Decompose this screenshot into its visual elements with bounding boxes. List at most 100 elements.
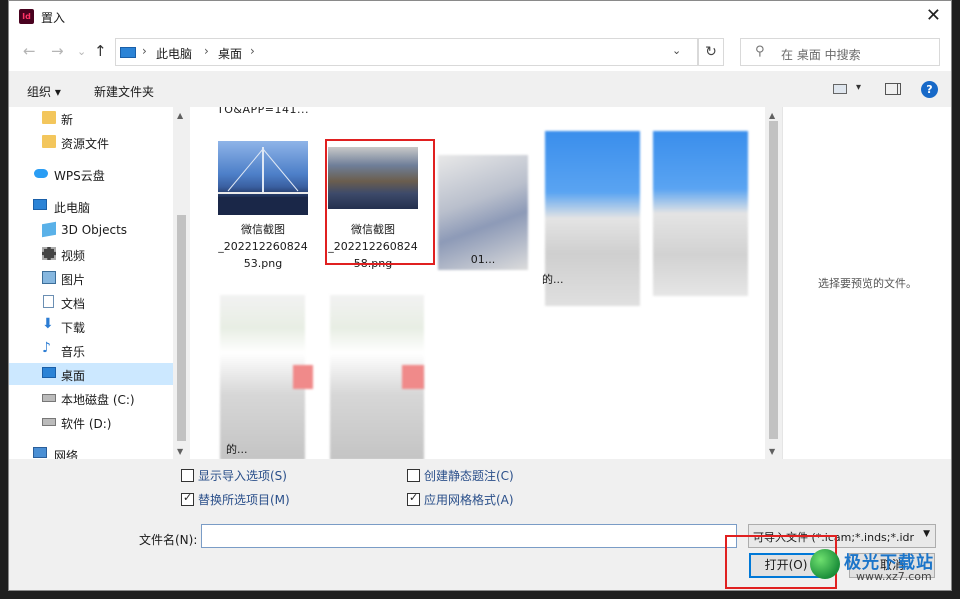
blurred-thumbnail — [293, 365, 313, 389]
annotation-highlight-box — [325, 139, 435, 265]
up-arrow-icon[interactable]: ↑ — [94, 42, 107, 60]
blurred-thumbnail — [402, 365, 424, 389]
navigation-bar: ← → ⌄ ↑ › 此电脑 › 桌面 › ⌄ ↻ ⚲ 在 桌面 中搜索 — [9, 33, 951, 71]
watermark-logo: 极光下载站 www.xz7.com — [810, 546, 952, 586]
forward-arrow-icon[interactable]: → — [51, 42, 64, 60]
sidebar-item-label: WPS云盘 — [54, 169, 105, 183]
sidebar-item-network[interactable]: 网络 — [9, 443, 173, 459]
file-list-scrollbar[interactable]: ▲ ▼ — [765, 107, 782, 459]
create-static-caption-checkbox[interactable] — [407, 469, 420, 482]
sidebar-item-label: 下载 — [61, 321, 86, 335]
download-icon: ⬇ — [42, 316, 54, 332]
sidebar-scrollbar[interactable]: ▲ ▼ — [173, 107, 190, 459]
sidebar-item-documents[interactable]: 文档 — [9, 291, 173, 313]
sidebar-item-resources[interactable]: 资源文件 — [9, 131, 173, 153]
view-dropdown-icon[interactable]: ▾ — [856, 82, 861, 93]
file-name: 的... — [226, 443, 248, 456]
sidebar-item-label: 新 — [61, 113, 74, 127]
sidebar-item-3d-objects[interactable]: 3D Objects — [9, 219, 173, 241]
folder-icon — [42, 111, 56, 124]
breadcrumb-desktop[interactable]: 桌面 — [218, 45, 242, 62]
search-icon: ⚲ — [755, 44, 765, 59]
scroll-down-icon[interactable]: ▼ — [769, 447, 775, 456]
scroll-down-icon[interactable]: ▼ — [177, 447, 183, 456]
scrollbar-thumb[interactable] — [769, 121, 778, 439]
sidebar-item-label: 桌面 — [61, 369, 86, 383]
import-options: 显示导入选项(S) 替换所选项目(M) 创建静态题注(C) 应用网格格式(A) — [9, 459, 951, 517]
music-icon: ♪ — [42, 340, 51, 356]
preview-pane: 选择要预览的文件。 — [782, 107, 951, 459]
apply-grid-checkbox[interactable] — [407, 491, 420, 506]
scroll-up-icon[interactable]: ▲ — [177, 111, 183, 120]
search-placeholder: 在 桌面 中搜索 — [781, 48, 861, 62]
close-icon[interactable]: ✕ — [926, 5, 941, 26]
refresh-button[interactable]: ↻ — [698, 38, 724, 66]
file-name: 01... — [470, 253, 496, 266]
sidebar-item-pictures[interactable]: 图片 — [9, 267, 173, 289]
sidebar-item-downloads[interactable]: ⬇ 下载 — [9, 315, 173, 337]
sidebar-item-drive-d[interactable]: 软件 (D:) — [9, 411, 173, 433]
network-icon — [33, 447, 47, 458]
file-item[interactable]: 微信截图 _202212260824 53.png — [213, 141, 313, 271]
file-list-pane: TO&APP=141... 微信截图 _202212260824 53.png — [190, 107, 765, 459]
blurred-thumbnail — [653, 131, 748, 296]
clipped-file-label: TO&APP=141... — [217, 107, 309, 116]
sidebar-item-drive-c[interactable]: 本地磁盘 (C:) — [9, 387, 173, 409]
preview-message: 选择要预览的文件。 — [818, 277, 917, 290]
create-static-caption-label[interactable]: 创建静态题注(C) — [424, 467, 514, 484]
breadcrumb-this-pc[interactable]: 此电脑 — [156, 45, 192, 62]
sidebar-item-this-pc[interactable]: 此电脑 — [9, 195, 173, 217]
preview-pane-icon[interactable] — [885, 83, 901, 95]
sidebar-item-label: 资源文件 — [61, 137, 110, 151]
file-name: 的... — [542, 273, 564, 286]
change-view-icon[interactable] — [833, 84, 847, 94]
watermark-url: www.xz7.com — [856, 570, 932, 583]
new-folder-button[interactable]: 新建文件夹 — [94, 83, 154, 100]
place-dialog: Id 置入 ✕ ← → ⌄ ↑ › 此电脑 › 桌面 › ⌄ ↻ ⚲ 在 桌面 … — [8, 0, 952, 591]
replace-selected-label[interactable]: 替换所选项目(M) — [198, 491, 290, 508]
file-name-line: _202212260824 — [218, 240, 308, 253]
help-icon[interactable]: ? — [921, 81, 938, 98]
apply-grid-label[interactable]: 应用网格格式(A) — [424, 491, 514, 508]
sidebar-item-videos[interactable]: 视频 — [9, 243, 173, 265]
image-thumbnail — [218, 141, 308, 215]
sidebar-item-music[interactable]: ♪ 音乐 — [9, 339, 173, 361]
sidebar-item-new[interactable]: 新 — [9, 107, 173, 129]
command-toolbar: 组织 ▾ 新建文件夹 ▾ ? — [9, 71, 951, 107]
sidebar-item-label: 3D Objects — [61, 223, 128, 237]
show-import-options-label[interactable]: 显示导入选项(S) — [198, 467, 287, 484]
sidebar-item-label: 此电脑 — [54, 201, 91, 215]
video-icon — [42, 247, 56, 260]
window-title: 置入 — [41, 11, 66, 25]
cube-icon — [42, 221, 56, 238]
scroll-up-icon[interactable]: ▲ — [769, 111, 775, 120]
drive-icon — [42, 418, 56, 426]
sidebar-item-label: 音乐 — [61, 345, 86, 359]
back-arrow-icon[interactable]: ← — [23, 42, 36, 60]
navigation-pane: 新 资源文件 WPS云盘 此电脑 3D Objects 视频 图片 文档 ⬇ 下… — [9, 107, 173, 459]
sidebar-item-label: 软件 (D:) — [61, 417, 112, 431]
sidebar-item-label: 视频 — [61, 249, 86, 263]
cloud-icon — [34, 169, 48, 178]
folder-icon — [42, 135, 56, 148]
sidebar-item-label: 图片 — [61, 273, 86, 287]
picture-icon — [42, 271, 56, 284]
computer-icon — [33, 199, 47, 210]
show-import-options-checkbox[interactable] — [181, 469, 194, 482]
breadcrumb-separator-icon[interactable]: › — [250, 44, 255, 58]
recent-locations-icon[interactable]: ⌄ — [77, 45, 86, 58]
filename-input[interactable] — [201, 524, 737, 548]
watermark-icon — [810, 549, 840, 579]
search-input[interactable]: ⚲ 在 桌面 中搜索 — [740, 38, 940, 66]
title-bar: Id 置入 ✕ — [9, 1, 951, 33]
sidebar-item-wps-cloud[interactable]: WPS云盘 — [9, 163, 173, 185]
replace-selected-checkbox[interactable] — [181, 491, 194, 506]
breadcrumb-separator-icon: › — [204, 44, 209, 58]
chevron-down-icon: ▼ — [923, 529, 930, 539]
organize-button[interactable]: 组织 ▾ — [27, 83, 61, 100]
address-dropdown-icon[interactable]: ⌄ — [672, 44, 681, 57]
address-bar[interactable]: › 此电脑 › 桌面 › ⌄ — [115, 38, 698, 66]
scrollbar-thumb[interactable] — [177, 215, 186, 441]
sidebar-item-desktop[interactable]: 桌面 — [9, 363, 173, 385]
sidebar-item-label: 文档 — [61, 297, 86, 311]
